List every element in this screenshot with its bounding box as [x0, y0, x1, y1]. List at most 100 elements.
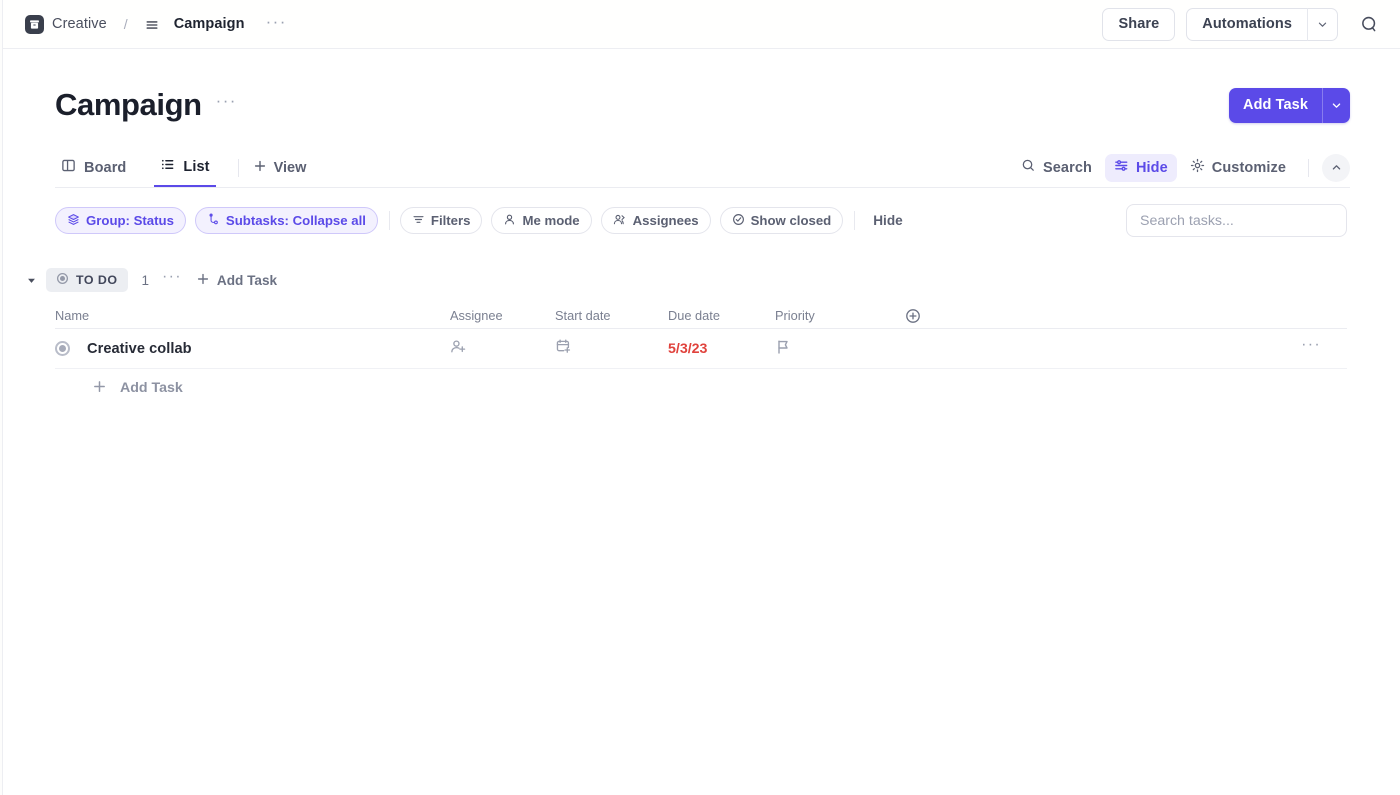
chip-group-status[interactable]: Group: Status	[55, 207, 186, 234]
subtask-branch-icon	[207, 213, 220, 229]
header-actions: Share Automations	[1102, 8, 1384, 41]
view-customize-button[interactable]: Customize	[1181, 154, 1295, 182]
collapse-toolbar-button[interactable]	[1322, 154, 1350, 182]
chip-assignees[interactable]: Assignees	[601, 207, 711, 234]
plus-icon	[253, 159, 267, 177]
left-sidebar-rail	[0, 0, 3, 795]
column-header-priority[interactable]: Priority	[775, 308, 905, 323]
table-header-row: Name Assignee Start date Due date Priori…	[55, 303, 1347, 329]
app-root: Creative / Campaign ··· Share Automation…	[0, 0, 1400, 795]
chip-filters-label: Filters	[431, 213, 471, 228]
group-header-todo: TO DO 1 ··· Add Task	[22, 266, 277, 294]
add-view-button[interactable]: View	[253, 159, 307, 177]
view-hide-button[interactable]: Hide	[1105, 154, 1177, 182]
status-circle-icon	[56, 272, 69, 288]
view-search-label: Search	[1043, 160, 1092, 176]
add-task-button[interactable]: Add Task	[1229, 88, 1322, 123]
add-view-label: View	[274, 160, 307, 176]
add-task-split-button: Add Task	[1229, 88, 1350, 123]
task-priority-cell[interactable]	[775, 339, 905, 359]
breadcrumb-current[interactable]: Campaign	[174, 16, 245, 32]
archive-box-icon	[25, 15, 44, 34]
table-row[interactable]: Creative collab	[55, 329, 1347, 369]
status-circle-icon[interactable]	[55, 341, 70, 356]
column-header-assignee[interactable]: Assignee	[450, 308, 555, 323]
automations-caret-button[interactable]	[1307, 8, 1338, 41]
plus-icon	[196, 272, 210, 289]
column-header-name[interactable]: Name	[55, 308, 450, 323]
chip-me-mode-label: Me mode	[522, 213, 579, 228]
list-lines-icon	[145, 18, 159, 32]
search-tasks-input[interactable]	[1140, 213, 1333, 229]
search-tasks-box[interactable]	[1126, 204, 1347, 237]
group-status-label: TO DO	[76, 273, 118, 287]
column-header-start-date[interactable]: Start date	[555, 308, 668, 323]
top-header-bar: Creative / Campaign ··· Share Automation…	[3, 0, 1400, 49]
group-more-button[interactable]: ···	[162, 273, 182, 288]
chip-show-closed[interactable]: Show closed	[720, 207, 844, 234]
breadcrumb-workspace[interactable]: Creative	[52, 16, 107, 32]
add-task-row[interactable]: Add Task	[55, 369, 1347, 407]
tab-list[interactable]: List	[154, 148, 215, 187]
view-search-button[interactable]: Search	[1012, 154, 1101, 182]
chip-subtasks-label: Subtasks: Collapse all	[226, 213, 366, 228]
chip-subtasks[interactable]: Subtasks: Collapse all	[195, 207, 378, 234]
task-name-label: Creative collab	[87, 341, 192, 357]
page-title-more-button[interactable]: ···	[216, 97, 237, 113]
share-button[interactable]: Share	[1102, 8, 1175, 41]
task-table: Name Assignee Start date Due date Priori…	[55, 303, 1347, 407]
flag-outline-icon[interactable]	[775, 339, 791, 355]
layers-icon	[67, 213, 80, 229]
view-actions-divider	[1308, 159, 1309, 177]
sliders-icon	[1114, 158, 1129, 177]
check-circle-icon	[732, 213, 745, 229]
tab-board[interactable]: Board	[55, 148, 132, 187]
group-status-badge[interactable]: TO DO	[46, 268, 128, 292]
people-icon	[613, 213, 627, 229]
add-task-caret-button[interactable]	[1322, 88, 1350, 123]
breadcrumb: Creative / Campaign ···	[25, 15, 290, 34]
board-columns-icon	[61, 158, 76, 177]
task-due-date-value: 5/3/23	[668, 341, 707, 357]
search-icon	[1021, 158, 1036, 177]
chip-assignees-label: Assignees	[633, 213, 699, 228]
add-task-row-label: Add Task	[120, 380, 183, 396]
person-icon	[503, 213, 516, 229]
gear-icon	[1190, 158, 1205, 177]
view-customize-label: Customize	[1212, 160, 1286, 176]
automations-button[interactable]: Automations	[1186, 8, 1307, 41]
tab-list-label: List	[183, 159, 209, 175]
column-header-due-date[interactable]: Due date	[668, 308, 775, 323]
chips-divider-2	[854, 211, 855, 230]
chip-me-mode[interactable]: Me mode	[491, 207, 591, 234]
calendar-plus-icon[interactable]	[555, 338, 572, 355]
chips-divider-1	[389, 211, 390, 230]
filters-bar: Group: Status Subtasks: Collapse all	[55, 205, 1347, 236]
task-assignee-cell[interactable]	[450, 338, 555, 359]
group-add-task-button[interactable]: Add Task	[196, 272, 277, 289]
group-task-count: 1	[142, 273, 150, 288]
breadcrumb-separator: /	[124, 16, 128, 32]
task-start-date-cell[interactable]	[555, 338, 668, 359]
view-hide-label: Hide	[1136, 160, 1168, 176]
header-search-button[interactable]	[1354, 9, 1384, 39]
view-tabs-right-actions: Search Hide	[1012, 154, 1350, 182]
caret-down-icon[interactable]	[22, 275, 40, 286]
tabs-divider	[238, 159, 239, 177]
filter-icon	[412, 213, 425, 229]
breadcrumb-more-button[interactable]: ···	[263, 15, 290, 34]
chip-show-closed-label: Show closed	[751, 213, 832, 228]
task-name-cell[interactable]: Creative collab	[55, 341, 450, 357]
task-due-date-cell[interactable]: 5/3/23	[668, 341, 775, 357]
view-tabs-bar: Board List View	[55, 148, 1350, 188]
filters-hide-button[interactable]: Hide	[865, 213, 910, 228]
chip-filters[interactable]: Filters	[400, 207, 483, 234]
task-row-more-button[interactable]: ···	[1301, 341, 1347, 356]
person-plus-icon[interactable]	[450, 338, 467, 355]
add-column-button[interactable]	[905, 308, 945, 324]
page-title-row: Campaign ··· Add Task	[55, 82, 1350, 128]
plus-icon	[92, 379, 107, 398]
chip-group-status-label: Group: Status	[86, 213, 174, 228]
tab-board-label: Board	[84, 160, 126, 176]
list-bullets-icon	[160, 157, 175, 176]
